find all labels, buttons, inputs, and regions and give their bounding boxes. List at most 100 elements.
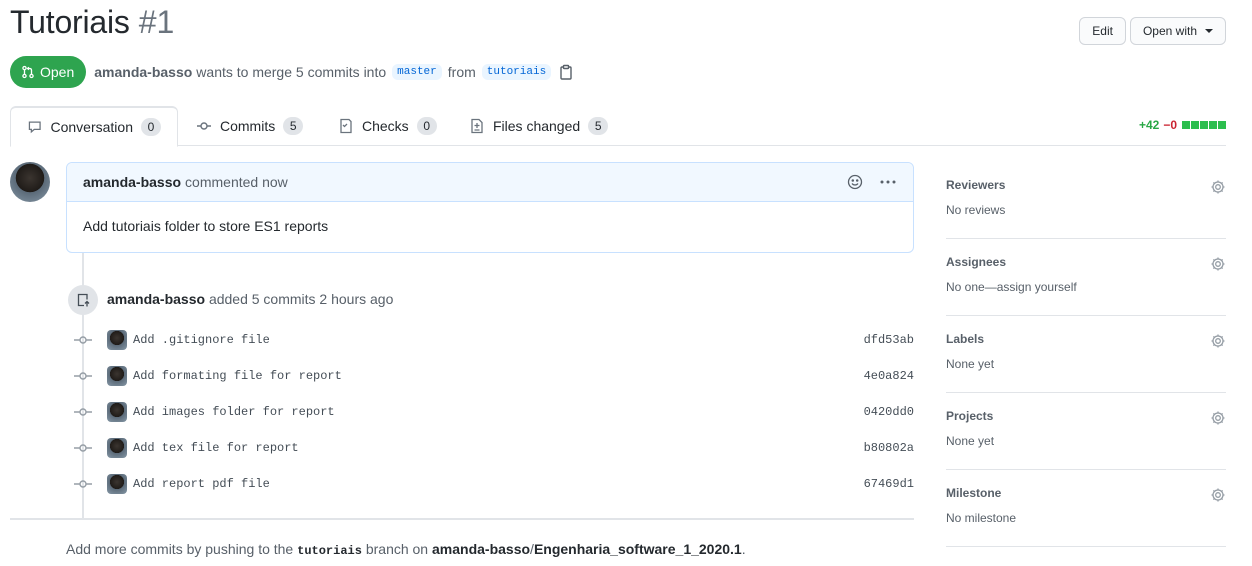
author-avatar[interactable] [10,162,50,202]
gear-icon[interactable] [1210,487,1226,503]
comment-body: Add tutoriais folder to store ES1 report… [83,218,329,234]
git-commit-icon [74,335,92,345]
commit-author-avatar[interactable] [107,402,127,422]
pr-title: Tutoriais [10,4,130,40]
smiley-icon[interactable] [847,174,863,190]
sidebar-title: Projects [946,409,994,423]
open-with-label: Open with [1142,24,1197,38]
pr-number: #1 [138,4,175,40]
tab-counter: 5 [283,117,304,135]
comment-box: amanda-basso commented now Add tutoriais… [66,162,914,253]
commit-author-avatar[interactable] [107,474,127,494]
sidebar-title: Milestone [946,486,1002,500]
head-branch[interactable]: tutoriais [481,64,552,80]
commit-sha-link[interactable]: 4e0a824 [864,369,914,383]
caret-down-icon [1205,29,1213,33]
timeline-divider [10,518,914,520]
push-hint-branch: tutoriais [297,544,362,558]
commit-author-avatar[interactable] [107,438,127,458]
git-commit-icon [74,443,92,453]
pr-meta: Open amanda-basso wants to merge 5 commi… [10,56,573,88]
edit-button[interactable]: Edit [1079,17,1126,45]
push-description: added 5 commits 2 hours ago [208,291,394,307]
open-with-button[interactable]: Open with [1129,17,1226,45]
comment-header: amanda-basso commented now [67,163,913,202]
kebab-horizontal-icon[interactable] [879,174,897,190]
push-author-link[interactable]: amanda-basso [107,291,205,307]
sidebar-title: Labels [946,332,985,346]
commit-row: Add report pdf file 67469d1 [74,472,914,496]
from-text: from [447,64,476,80]
comment-timestamp: commented now [185,174,288,190]
sidebar-value: None yet [946,357,995,371]
diffstat-block [1218,121,1226,129]
pr-sidebar: Reviewers No reviews Assignees No one—as… [946,162,1226,547]
tab-counter: 0 [416,117,437,135]
commit-message-link[interactable]: Add tex file for report [133,441,299,455]
comment-tools [847,174,897,190]
comment-author-link[interactable]: amanda-basso [83,174,181,190]
sidebar-assignees: Assignees No one—assign yourself [946,239,1226,316]
push-hint-middle: branch on [365,541,429,557]
commit-message-link[interactable]: Add report pdf file [133,477,270,491]
tab-label: Commits [220,118,276,134]
commit-sha-link[interactable]: b80802a [864,441,914,455]
base-branch[interactable]: master [392,64,442,80]
sidebar-value[interactable]: No one—assign yourself [946,280,1226,294]
sidebar-value: None yet [946,434,995,448]
gear-icon[interactable] [1210,410,1226,426]
merge-text: wants to merge 5 commits into [196,64,387,80]
checklist-icon [340,118,352,134]
commit-author-avatar[interactable] [107,366,127,386]
file-diff-icon [471,118,483,134]
commit-sha-link[interactable]: 0420dd0 [864,405,914,419]
gear-icon[interactable] [1210,256,1226,272]
pr-author-link[interactable]: amanda-basso [94,64,192,80]
sidebar-milestone: Milestone No milestone [946,470,1226,547]
pr-title-row: Tutoriais #1 [10,4,174,41]
sidebar-projects: Projects None yet [946,393,1226,470]
commit-sha-link[interactable]: dfd53ab [864,333,914,347]
tab-counter: 0 [141,118,161,136]
tab-files-changed[interactable]: Files changed 5 [453,106,624,146]
commit-author-avatar[interactable] [107,330,127,350]
tab-counter: 5 [588,117,609,135]
sidebar-labels: Labels None yet [946,316,1226,393]
commit-row: Add .gitignore file dfd53ab [74,328,914,352]
tab-conversation[interactable]: Conversation 0 [10,106,178,147]
sidebar-title: Assignees [946,255,1007,269]
state-badge: Open [10,56,87,88]
commit-row: Add tex file for report b80802a [74,436,914,460]
tab-commits[interactable]: Commits 5 [180,106,319,146]
push-hint: Add more commits by pushing to the tutor… [66,541,746,558]
sidebar-reviewers: Reviewers No reviews [946,162,1226,239]
deletions-count: −0 [1163,118,1177,132]
commit-row: Add images folder for report 0420dd0 [74,400,914,424]
tab-checks[interactable]: Checks 0 [322,106,453,146]
push-hint-prefix: Add more commits by pushing to the [66,541,294,557]
diffstat-block [1191,121,1199,129]
push-event: amanda-basso added 5 commits 2 hours ago [107,291,393,307]
gear-icon[interactable] [1210,333,1226,349]
sidebar-value: No milestone [946,511,1017,525]
commit-message-link[interactable]: Add formating file for report [133,369,342,383]
copy-icon[interactable] [559,64,573,80]
repo-name-link[interactable]: Engenharia_software_1_2020.1 [534,541,742,557]
tab-label: Files changed [493,118,581,134]
pr-tabs: Conversation 0 Commits 5 Checks 0 Files … [10,106,1226,147]
diffstat: +42 −0 [1139,118,1226,132]
repo-owner-link[interactable]: amanda-basso [432,541,530,557]
header-actions: Edit Open with [1079,17,1226,45]
commit-sha-link[interactable]: 67469d1 [864,477,914,491]
sidebar-title: Reviewers [946,178,1006,192]
commit-icon [197,122,211,130]
git-commit-icon [74,407,92,417]
commit-row: Add formating file for report 4e0a824 [74,364,914,388]
commit-message-link[interactable]: Add images folder for report [133,405,335,419]
git-commit-icon [74,479,92,489]
comment-icon [28,121,41,134]
push-hint-suffix: . [741,541,746,557]
gear-icon[interactable] [1210,179,1226,195]
sidebar-value: No reviews [946,203,1006,217]
commit-message-link[interactable]: Add .gitignore file [133,333,270,347]
